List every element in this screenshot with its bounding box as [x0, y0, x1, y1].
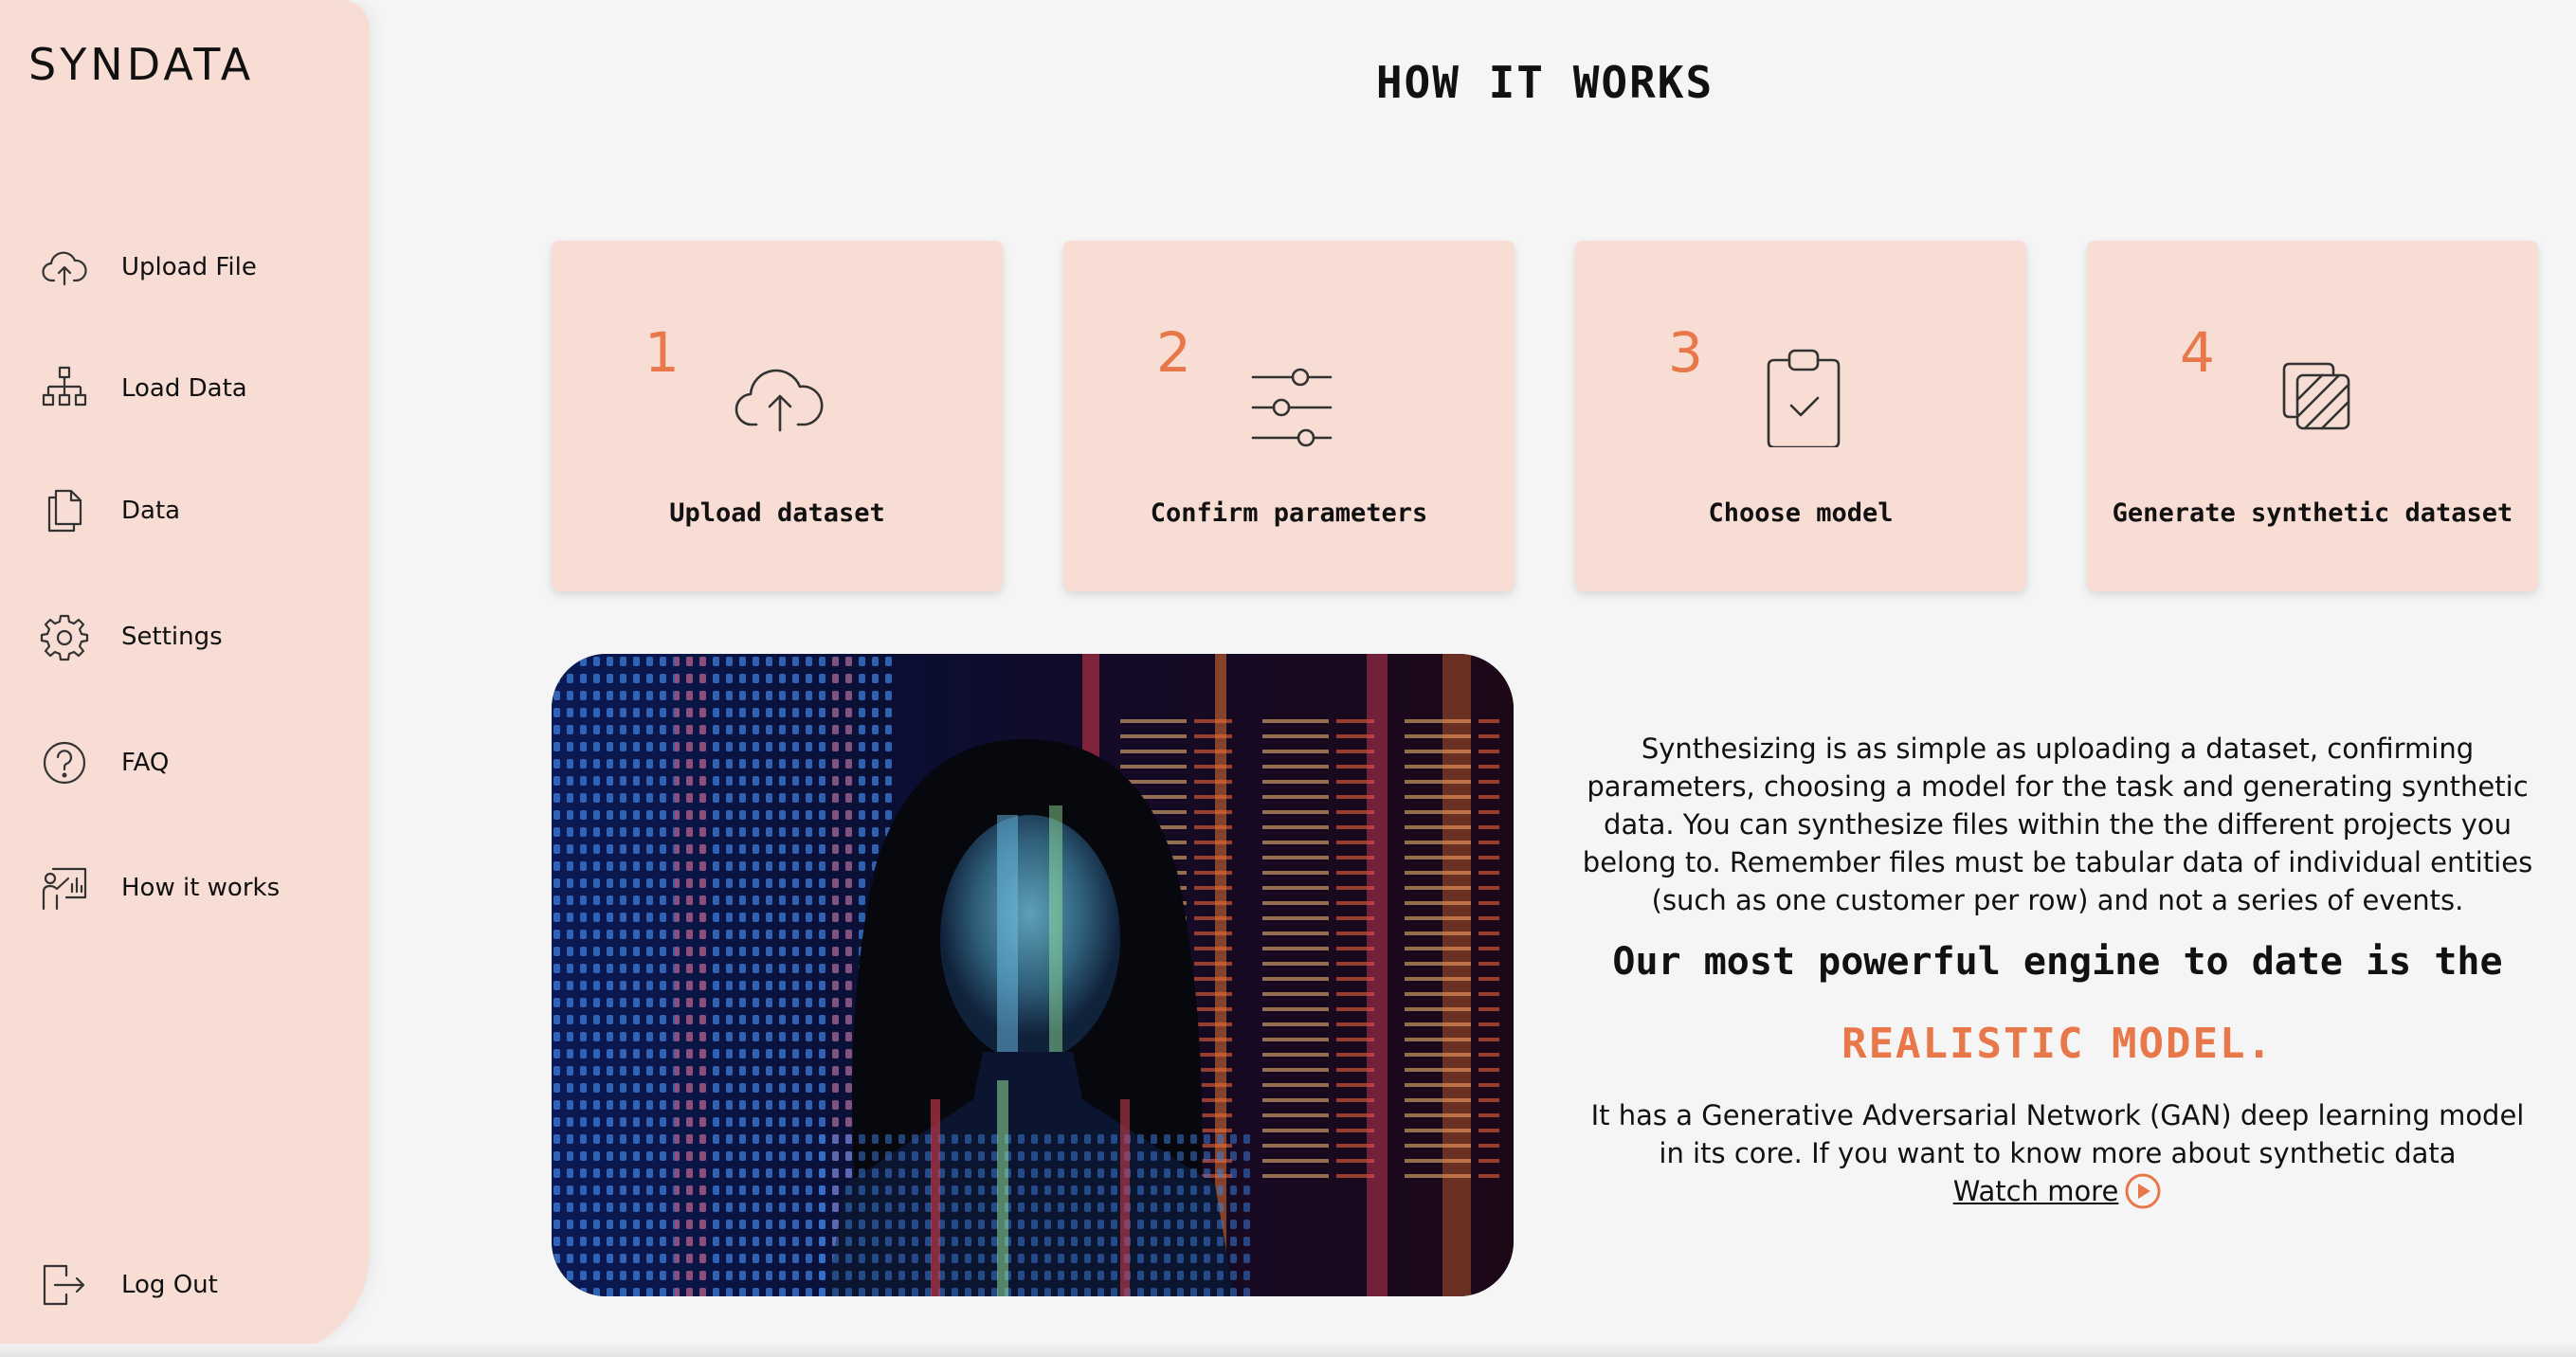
step-label: Choose model — [1708, 498, 1894, 528]
sidebar-item-how-it-works[interactable]: How it works — [40, 859, 280, 916]
step-card-choose-model: 3 Choose model — [1575, 241, 2026, 591]
sidebar-item-load-data[interactable]: Load Data — [40, 360, 247, 417]
sidebar-item-settings[interactable]: Settings — [40, 608, 223, 665]
gear-icon — [40, 614, 89, 661]
logout-icon — [43, 1264, 85, 1306]
syndata-logo[interactable]: SYNDATA — [28, 38, 332, 91]
documents-icon — [47, 489, 82, 533]
engine-heading: Our most powerful engine to date is the — [1612, 940, 2503, 984]
sidebar-item-faq[interactable]: FAQ — [40, 734, 169, 791]
bottom-scroll-shadow — [0, 1344, 2576, 1357]
step-label: Confirm parameters — [1150, 498, 1428, 528]
woman-code-projection-image — [552, 654, 1514, 1296]
hero-image — [552, 654, 1514, 1296]
step-card-upload: 1 Upload dataset — [552, 241, 1003, 591]
sidebar-item-label: Data — [121, 497, 181, 525]
description-text: Synthesizing is as simple as uploading a… — [1582, 733, 2533, 916]
play-circle-icon[interactable] — [2124, 1172, 2162, 1210]
step-card-generate: 4 Generate synthetic dataset — [2087, 241, 2538, 591]
watch-more-row: Watch more — [1953, 1172, 2163, 1210]
step-number: 3 — [1668, 320, 1703, 385]
page-title: HOW IT WORKS — [1375, 57, 1714, 108]
copy-layers-icon — [2282, 362, 2350, 430]
step-number: 2 — [1156, 320, 1191, 385]
info-section: Synthesizing is as simple as uploading a… — [1579, 730, 2536, 1210]
clipboard-check-icon — [1767, 349, 1841, 447]
presentation-icon — [42, 867, 87, 911]
sidebar-item-upload-file[interactable]: Upload File — [40, 239, 257, 296]
sidebar-item-label: How it works — [121, 874, 281, 902]
step-label: Generate synthetic dataset — [2112, 498, 2513, 528]
step-number: 4 — [2180, 320, 2215, 385]
hierarchy-icon — [42, 366, 87, 407]
sliders-icon — [1251, 368, 1333, 447]
sidebar-item-label: Upload File — [121, 253, 257, 281]
sidebar-item-label: FAQ — [121, 749, 170, 777]
question-circle-icon — [43, 741, 86, 785]
cloud-upload-icon — [42, 251, 87, 286]
realistic-model-heading: REALISTIC MODEL. — [1841, 1020, 2274, 1068]
cloud-upload-icon — [735, 369, 824, 432]
logout-label: Log Out — [121, 1271, 218, 1299]
watch-more-link[interactable]: Watch more — [1953, 1175, 2119, 1207]
sidebar-item-data[interactable]: Data — [40, 482, 180, 539]
step-label: Upload dataset — [669, 498, 885, 528]
gan-text: It has a Generative Adversarial Network … — [1590, 1099, 2525, 1169]
step-number: 1 — [644, 320, 680, 385]
sidebar: SYNDATA Upload File Load Data Data Setti… — [0, 0, 370, 1357]
logo-text: SYNDATA — [28, 39, 254, 90]
sidebar-item-logout[interactable]: Log Out — [40, 1257, 218, 1313]
sidebar-item-label: Load Data — [121, 374, 247, 403]
sidebar-item-label: Settings — [121, 623, 223, 651]
step-card-confirm: 2 Confirm parameters — [1063, 241, 1515, 591]
